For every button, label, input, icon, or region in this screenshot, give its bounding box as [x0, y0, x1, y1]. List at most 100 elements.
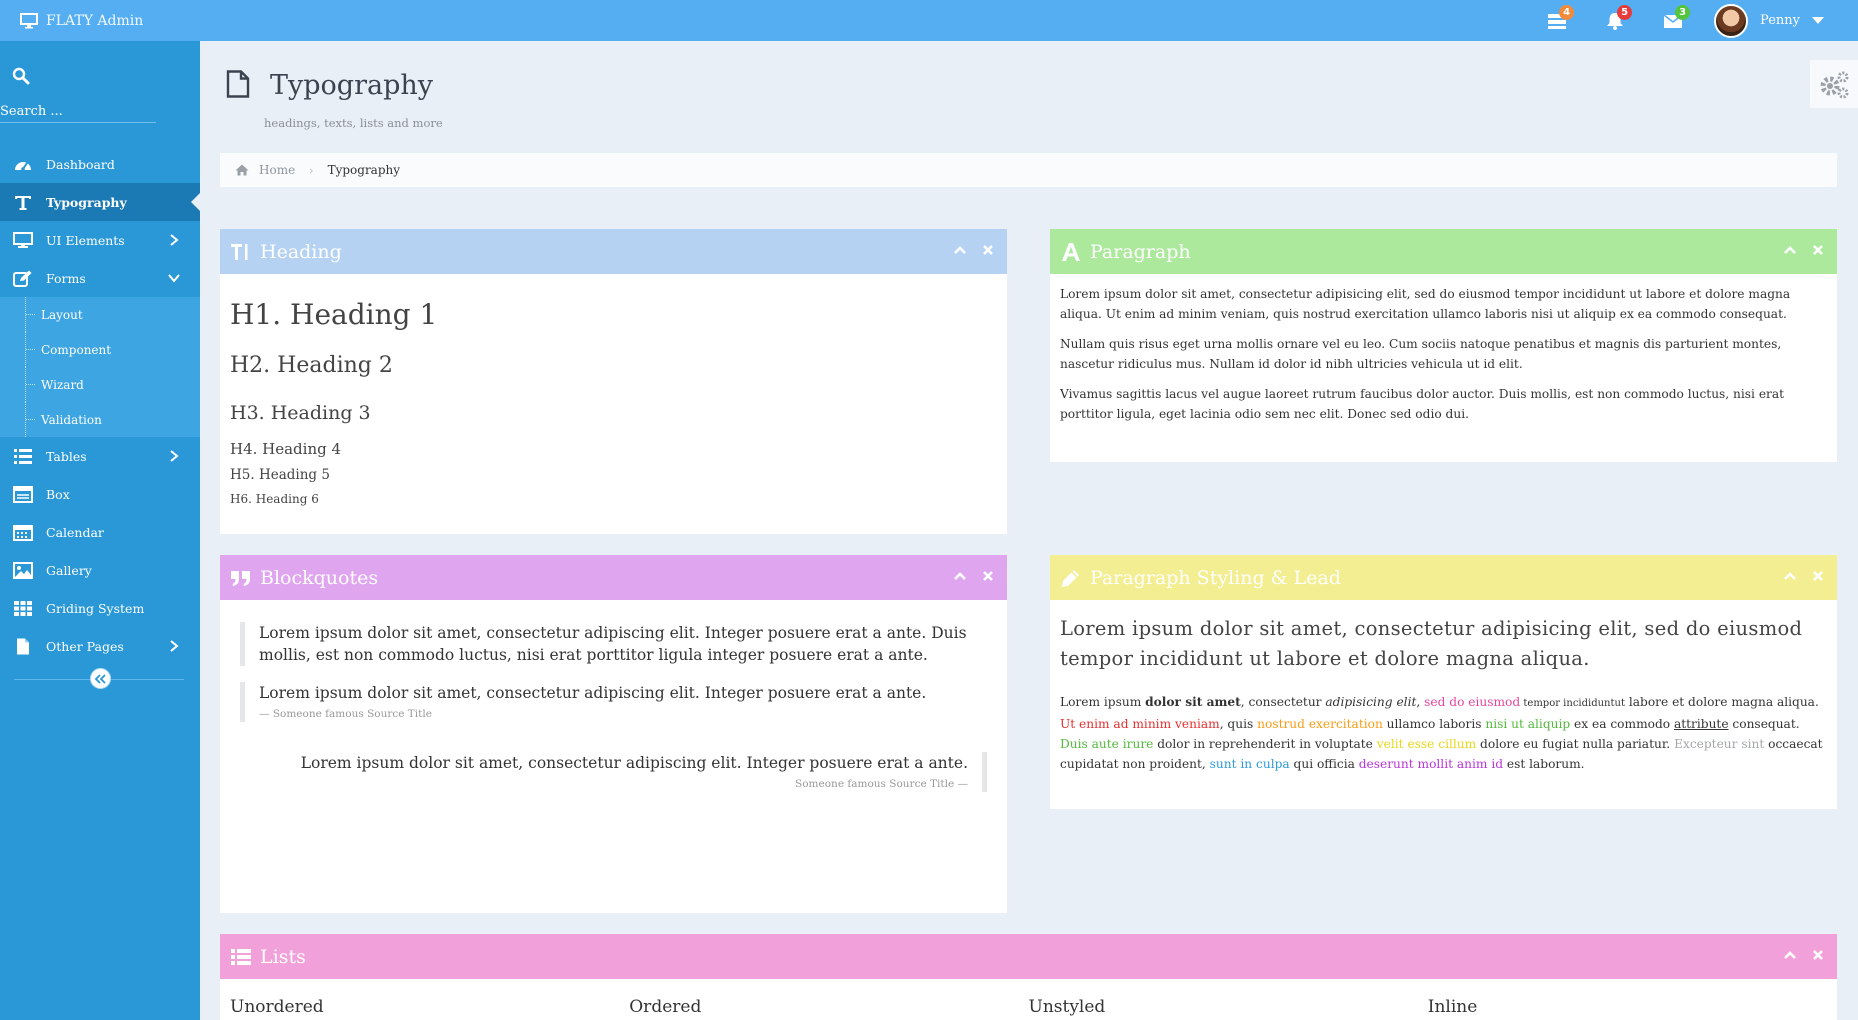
close-button[interactable] — [1811, 569, 1825, 583]
paragraph-2: Nullam quis risus eget urna mollis ornar… — [1060, 337, 1782, 371]
purple-text: deserunt mollit anim id — [1358, 757, 1504, 771]
close-icon — [1813, 245, 1823, 255]
heading-3: H3. Heading 3 — [230, 402, 371, 424]
lists-box-header: Lists — [220, 934, 1837, 979]
blockquote-text: Lorem ipsum dolor sit amet, consectetur … — [259, 684, 927, 702]
bold-text: dolor sit amet — [1145, 695, 1241, 709]
text-span: consequat. — [1728, 717, 1800, 731]
sidebar-search — [0, 63, 156, 123]
sidebar-item-gallery[interactable]: Gallery — [0, 551, 200, 589]
edit-icon — [13, 270, 32, 287]
gears-icon — [1820, 71, 1849, 99]
breadcrumb-home[interactable]: Home — [259, 163, 295, 177]
chevron-right-icon — [170, 234, 179, 246]
search-icon — [12, 67, 30, 85]
sidebar-item-label: Tables — [46, 448, 87, 464]
sidebar-item-griding-system[interactable]: Griding System — [0, 589, 200, 627]
sidebar-item-typography[interactable]: Typography — [0, 183, 201, 221]
heading-1: H1. Heading 1 — [230, 298, 438, 331]
chevron-up-icon — [954, 246, 966, 254]
italic-text: adipisicing elit — [1325, 695, 1417, 709]
sidebar-subitem-label: Validation — [41, 412, 102, 427]
notifications-button[interactable]: 5 — [1586, 0, 1644, 41]
sidebar-item-forms[interactable]: Forms — [0, 259, 200, 297]
sidebar-item-ui-elements[interactable]: UI Elements — [0, 221, 200, 259]
sidebar-item-label: Typography — [46, 194, 127, 210]
heading-5: H5. Heading 5 — [230, 467, 330, 483]
text-span: dolore eu fugiat nulla pariatur. — [1476, 737, 1675, 751]
styling-box-header: Paragraph Styling & Lead — [1050, 555, 1837, 600]
calendar-icon — [13, 524, 33, 541]
double-chevron-left-icon — [95, 673, 106, 684]
sidebar-subitem-label: Component — [41, 342, 112, 357]
chevron-right-icon — [170, 640, 179, 652]
breadcrumb-separator-icon: › — [309, 163, 314, 177]
green-text: nisi ut aliquip — [1485, 717, 1571, 731]
sidebar-subitem-layout[interactable]: Layout — [0, 297, 200, 332]
paragraph-box: Paragraph Lorem ipsum dolor sit amet, co… — [1050, 229, 1837, 462]
home-icon — [235, 164, 249, 176]
list-heading-unstyled: Unstyled — [1028, 997, 1106, 1017]
lists-box-content: Unordered Ordered Unstyled Inline — [220, 979, 1837, 1017]
tasks-button[interactable]: 4 — [1528, 0, 1586, 41]
list-icon — [231, 948, 251, 965]
blockquote: Lorem ipsum dolor sit amet, consectetur … — [240, 682, 987, 722]
sidebar-collapse-button[interactable] — [90, 668, 111, 689]
box-icon — [13, 485, 33, 503]
text-span: , quis — [1219, 717, 1258, 731]
heading-box-header: Heading — [220, 229, 1007, 274]
caret-down-icon — [1812, 17, 1824, 24]
collapse-button[interactable] — [953, 243, 967, 257]
collapse-button[interactable] — [1783, 569, 1797, 583]
chevron-up-icon — [1784, 246, 1796, 254]
paragraph-box-content: Lorem ipsum dolor sit amet, consectetur … — [1050, 274, 1837, 444]
font-icon — [1062, 242, 1080, 261]
sidebar-item-label: Dashboard — [46, 156, 115, 172]
heading-box: Heading H1. Heading 1 H2. Heading 2 H3. … — [220, 229, 1007, 534]
table-icon — [14, 448, 32, 464]
sidebar-subitem-validation[interactable]: Validation — [0, 402, 200, 437]
sidebar-subitem-wizard[interactable]: Wizard — [0, 367, 200, 402]
user-name: Penny — [1760, 13, 1800, 28]
forms-submenu: Layout Component Wizard Validation — [0, 297, 200, 437]
pink-text: sed do eiusmod — [1424, 695, 1521, 709]
paragraph-3: Vivamus sagittis lacus vel augue laoreet… — [1060, 387, 1785, 421]
user-menu[interactable]: Penny — [1702, 0, 1858, 41]
collapse-button[interactable] — [1783, 948, 1797, 962]
brand[interactable]: FLATY Admin — [20, 0, 143, 41]
sidebar-item-calendar[interactable]: Calendar — [0, 513, 200, 551]
sidebar-item-other-pages[interactable]: Other Pages — [0, 627, 200, 665]
muted-text: Excepteur sint — [1674, 737, 1765, 751]
search-input[interactable] — [0, 101, 156, 121]
sidebar-menu: Dashboard Typography UI Elements Forms L… — [0, 145, 201, 665]
lead-paragraph: Lorem ipsum dolor sit amet, consectetur … — [1060, 617, 1803, 670]
close-button[interactable] — [981, 569, 995, 583]
breadcrumb: Home › Typography — [220, 153, 1837, 187]
monitor-icon — [13, 231, 33, 248]
box-title: Paragraph Styling & Lead — [1090, 566, 1341, 589]
green-text: Duis aute irure — [1060, 737, 1154, 751]
collapse-button[interactable] — [1783, 243, 1797, 257]
top-navbar: FLATY Admin 4 5 3 Penny — [0, 0, 1858, 41]
sidebar-item-dashboard[interactable]: Dashboard — [0, 145, 200, 183]
close-button[interactable] — [1811, 948, 1825, 962]
text-span: , consectetur — [1240, 695, 1326, 709]
heading-box-content: H1. Heading 1 H2. Heading 2 H3. Heading … — [220, 274, 1007, 516]
orange-text: nostrud exercitation — [1257, 717, 1383, 731]
text-span: ullamco laboris — [1382, 717, 1486, 731]
sidebar-item-box[interactable]: Box — [0, 475, 200, 513]
paragraph-1: Lorem ipsum dolor sit amet, consectetur … — [1060, 287, 1791, 321]
dashboard-icon — [15, 161, 31, 171]
notifications-badge: 5 — [1617, 5, 1633, 20]
chevron-down-icon — [168, 274, 180, 283]
file-icon — [226, 70, 250, 98]
close-button[interactable] — [981, 243, 995, 257]
messages-button[interactable]: 3 — [1644, 0, 1702, 41]
sidebar-item-tables[interactable]: Tables — [0, 437, 200, 475]
close-icon — [1813, 950, 1823, 960]
close-button[interactable] — [1811, 243, 1825, 257]
text-icon — [15, 195, 31, 210]
collapse-button[interactable] — [953, 569, 967, 583]
settings-button[interactable] — [1810, 60, 1858, 108]
sidebar-subitem-component[interactable]: Component — [0, 332, 200, 367]
